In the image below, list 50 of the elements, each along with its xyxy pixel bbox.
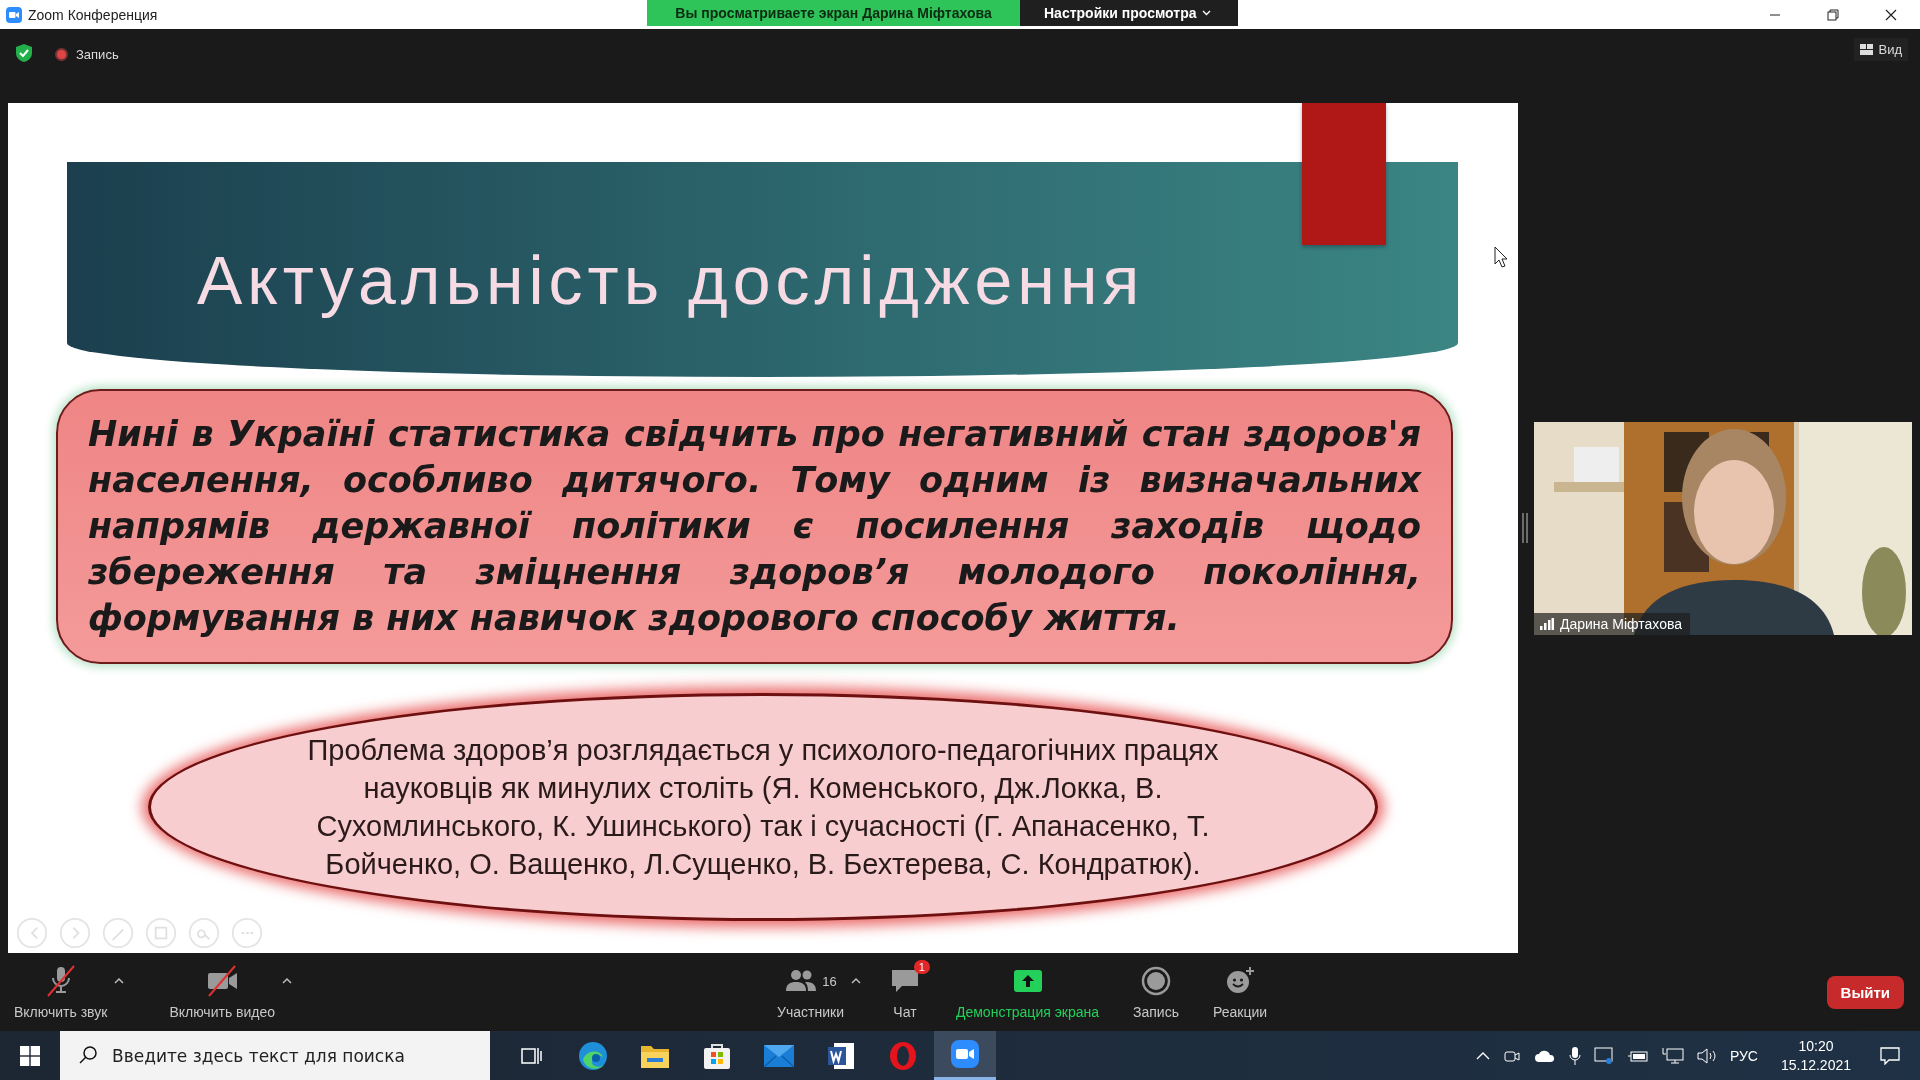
toolbar-button[interactable]: Реакции bbox=[1206, 960, 1274, 1024]
battery-icon[interactable] bbox=[1626, 1048, 1649, 1063]
notifications-icon[interactable] bbox=[1880, 1046, 1900, 1065]
windows-start-icon[interactable] bbox=[20, 1045, 40, 1066]
signal-icon bbox=[1540, 617, 1554, 630]
search-field[interactable]: Введите здесь текст для поиска bbox=[60, 1031, 490, 1080]
viewing-banner: Вы просматриваете экран Дарина Міфтахова bbox=[647, 0, 1020, 26]
toolbar-button[interactable]: 1 Чат bbox=[881, 960, 928, 1024]
toolbar-button[interactable]: Включить звук bbox=[8, 960, 114, 1024]
cursor-icon bbox=[1494, 246, 1508, 268]
mail-icon[interactable] bbox=[763, 1043, 795, 1068]
toolbar-button[interactable]: Демонстрация экрана bbox=[949, 960, 1106, 1024]
slide-title: Актуальність дослідження bbox=[197, 240, 1145, 319]
view-settings-button[interactable]: Настройки просмотра bbox=[1020, 0, 1238, 26]
resize-handle[interactable] bbox=[1522, 513, 1528, 543]
leave-button[interactable]: Выйти bbox=[1826, 975, 1904, 1009]
quote-text: Проблема здоров’я розглядається у психолого-педагогічних працях науковців як минулих століть (Я. Коменського, Дж.Локка, В. Сухомлинського, К. Ушинського) так і сучасності (Г. Апанасенко, Т. Бойченко, О. Ващенко, Л.Сущенко, В. Бехтерева, С. Кондратюк). bbox=[306, 733, 1220, 882]
app-logo-icon bbox=[6, 6, 22, 23]
window-title: Zoom Конференция bbox=[28, 6, 158, 23]
search-icon bbox=[78, 1045, 98, 1065]
close-icon[interactable] bbox=[1885, 8, 1897, 21]
toolbar-button[interactable]: 16 Участники bbox=[771, 960, 850, 1024]
browser-icon[interactable] bbox=[577, 1039, 609, 1072]
toolbar-button[interactable]: Запись bbox=[1127, 960, 1185, 1024]
participant-count: 16 bbox=[822, 973, 837, 989]
view-button[interactable]: Вид bbox=[1854, 38, 1908, 61]
network-icon[interactable] bbox=[1661, 1046, 1684, 1065]
caret-icon[interactable] bbox=[849, 977, 862, 985]
clock-date: 15.12.2021 bbox=[1780, 1057, 1851, 1073]
display-icon[interactable] bbox=[1593, 1046, 1614, 1065]
video-app-icon[interactable] bbox=[950, 1039, 980, 1069]
caret-icon[interactable] bbox=[281, 977, 294, 985]
document-app-icon[interactable] bbox=[826, 1040, 856, 1071]
chevron-icon bbox=[1202, 10, 1212, 16]
toolbar-button[interactable]: Включить видео bbox=[163, 960, 282, 1024]
participant-name: Дарина Міфтахова bbox=[1560, 615, 1682, 632]
unread-badge: 1 bbox=[913, 960, 930, 974]
clock-time: 10:20 bbox=[1798, 1038, 1834, 1054]
clock[interactable]: 10:20 15.12.2021 bbox=[1780, 1038, 1851, 1073]
cloud-icon[interactable] bbox=[1533, 1048, 1556, 1063]
restore-icon[interactable] bbox=[1827, 8, 1839, 21]
recording-label: Запись bbox=[76, 46, 119, 62]
microphone-icon[interactable] bbox=[1568, 1045, 1581, 1066]
speaker-icon[interactable] bbox=[1696, 1047, 1717, 1064]
recording-icon bbox=[55, 47, 68, 61]
caret-icon[interactable] bbox=[113, 977, 126, 985]
grid-icon bbox=[1860, 44, 1874, 55]
paragraph-text: Нині в Україні статистика свідчить про негативний стан здоров'я населення, особливо дитячого. Тому одним із визначальних напрямів державної політики є посилення заходів щодо збереження та зміцнення здоров’я молодого покоління, формування в них навичок здорового способу життя. bbox=[88, 414, 1421, 638]
shield-icon[interactable] bbox=[15, 43, 33, 63]
language-indicator[interactable]: РУС bbox=[1729, 1047, 1758, 1064]
